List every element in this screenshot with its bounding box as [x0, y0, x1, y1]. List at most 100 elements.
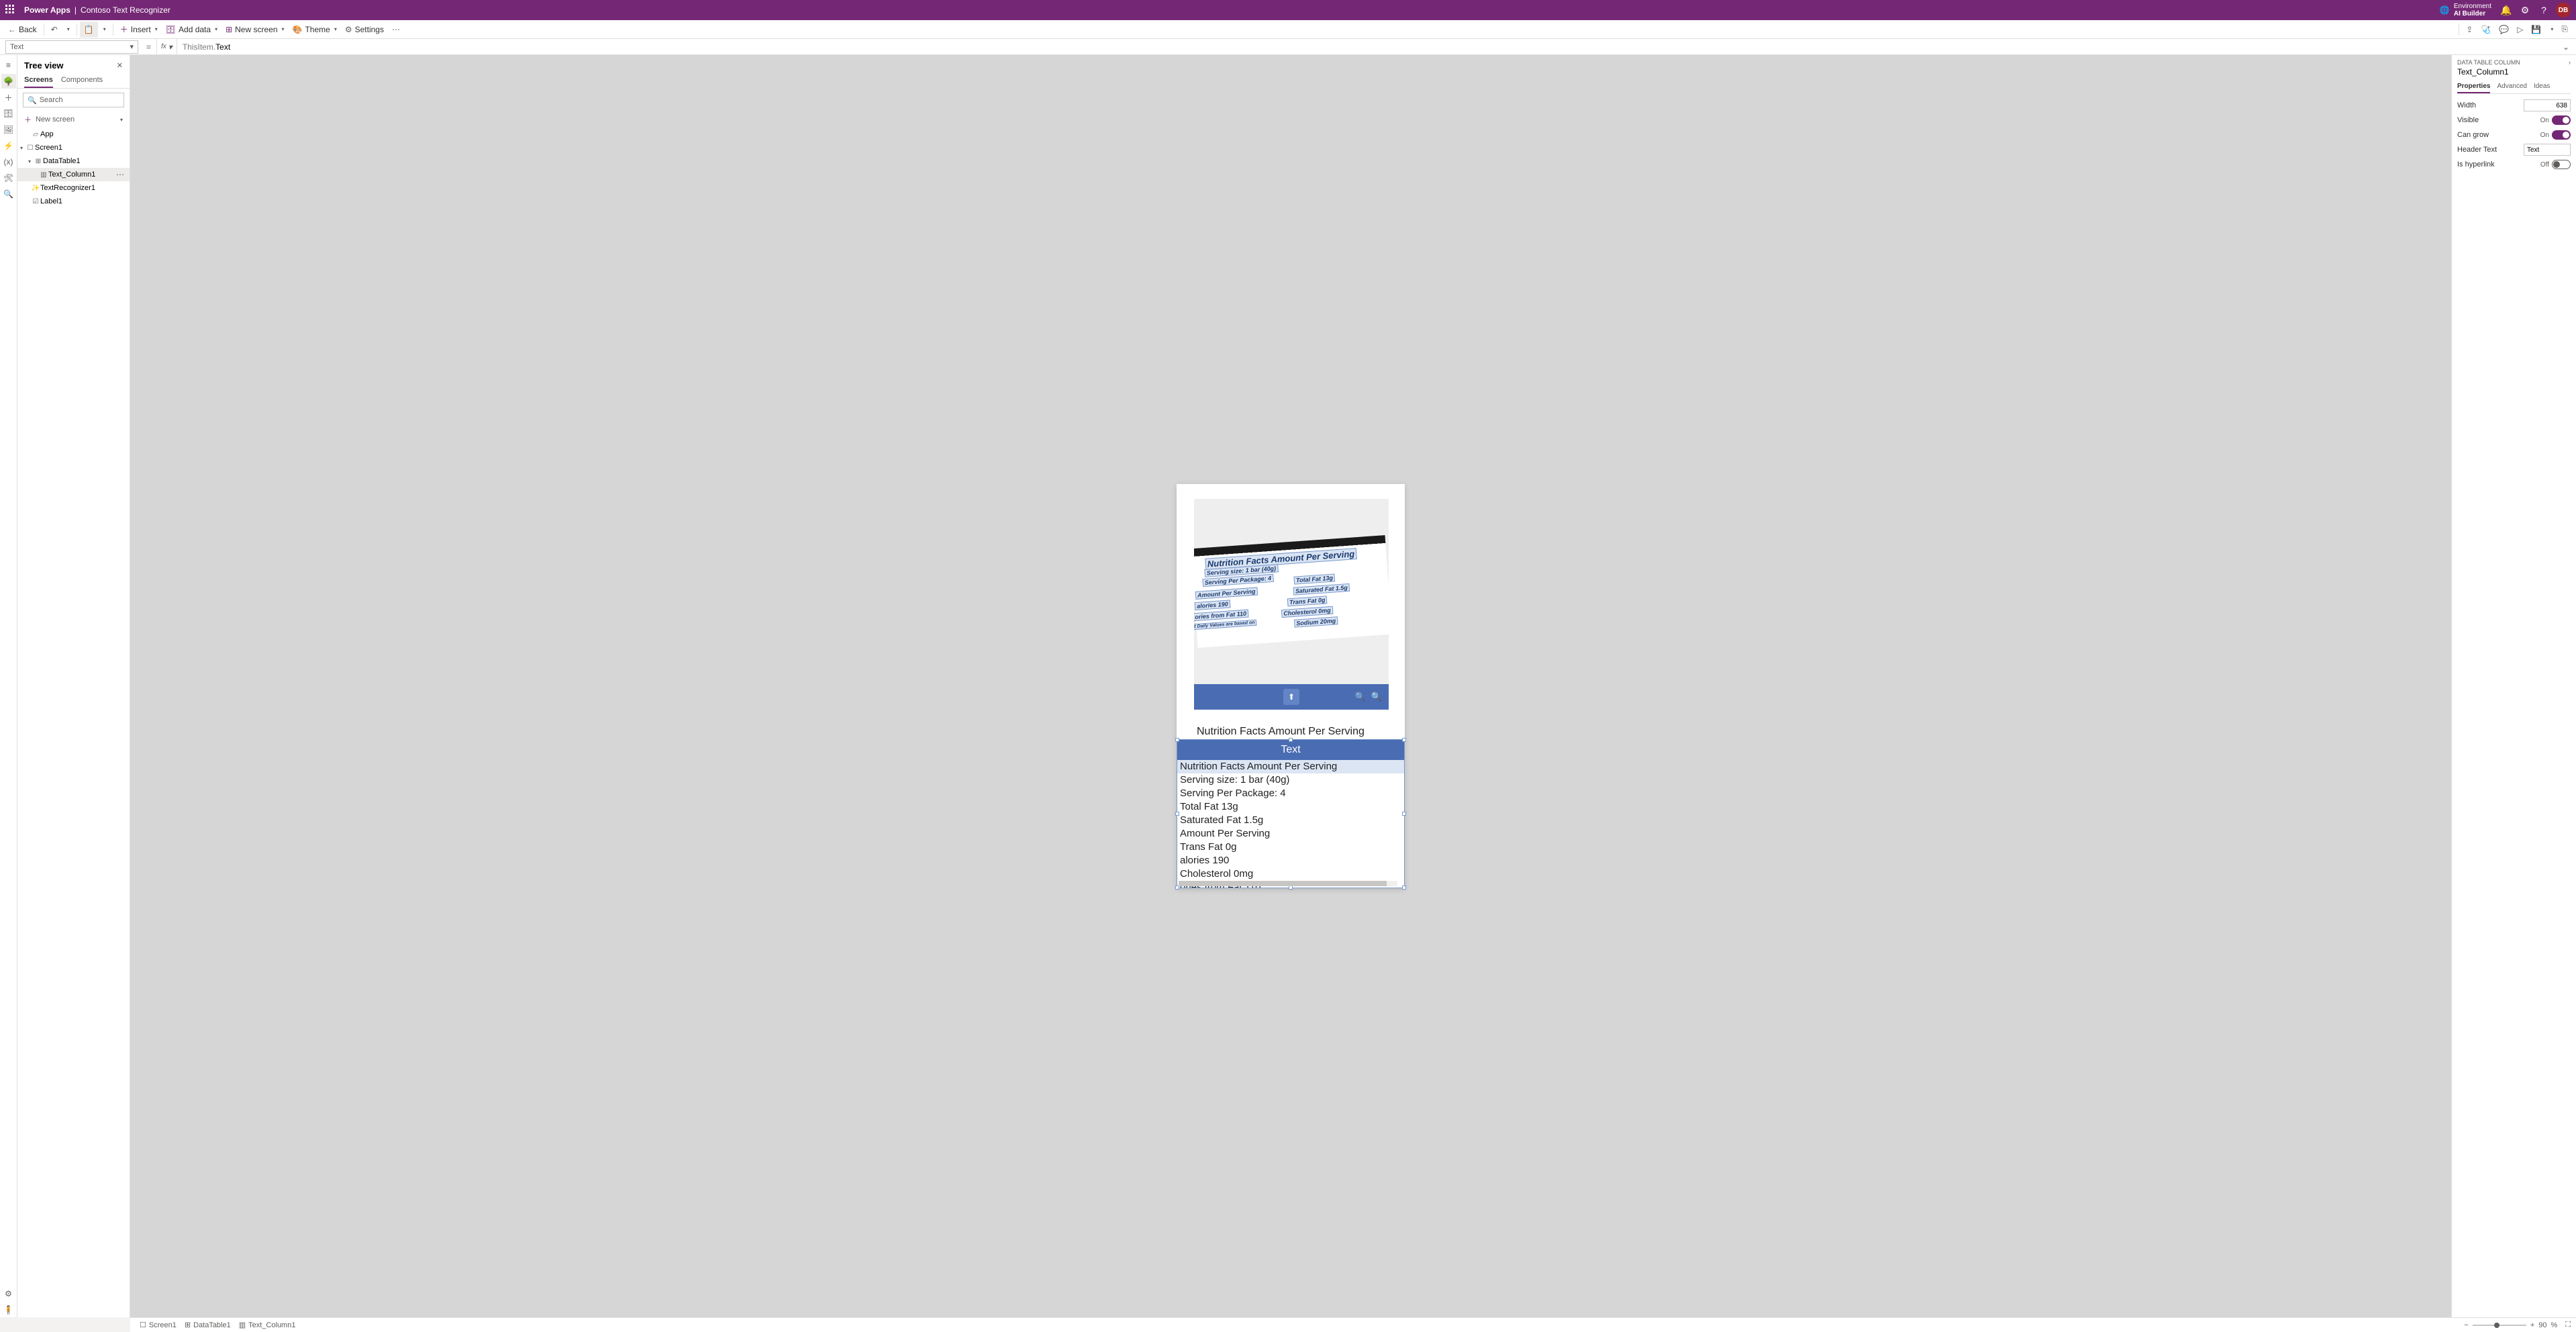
formula-expand-button[interactable]: ⌄ [2556, 42, 2576, 52]
fit-to-window-button[interactable]: ⛶ [2565, 1321, 2571, 1329]
undo-split[interactable]: ▾ [62, 21, 74, 38]
cangrow-label: Can grow [2457, 131, 2489, 139]
resize-handle[interactable] [1402, 738, 1406, 742]
table-row[interactable]: Serving size: 1 bar (40g) [1177, 773, 1404, 787]
headertext-input[interactable] [2524, 144, 2571, 156]
zoom-slider[interactable] [2473, 1325, 2526, 1326]
zoom-in-button[interactable]: 🔍 [1371, 692, 1382, 702]
tab-advanced[interactable]: Advanced [2497, 81, 2526, 93]
user-avatar[interactable]: DB [2556, 3, 2571, 17]
comments-button[interactable]: 💬 [2495, 21, 2513, 38]
rail-power-automate[interactable]: ⚡ [1, 138, 16, 153]
overflow-button[interactable]: ⋯ [388, 21, 404, 38]
help-icon[interactable]: ? [2534, 1, 2553, 19]
app-launcher-icon[interactable] [5, 5, 16, 15]
tab-components[interactable]: Components [61, 73, 103, 88]
scrollbar-thumb[interactable] [1179, 881, 1387, 886]
visible-toggle[interactable] [2552, 115, 2571, 125]
property-selector[interactable]: Text▾ [5, 40, 138, 54]
rail-media[interactable]: 🖼 [1, 122, 16, 137]
node-more-button[interactable]: ⋯ [113, 170, 127, 179]
table-row[interactable]: Amount Per Serving [1177, 827, 1404, 841]
undo-button[interactable]: ↶ [47, 21, 62, 38]
new-screen-button[interactable]: ⊞New screen▾ [221, 21, 288, 38]
cangrow-toggle[interactable] [2552, 130, 2571, 140]
zoom-out-button[interactable]: − [2464, 1321, 2468, 1329]
resize-handle[interactable] [1402, 812, 1406, 816]
resize-handle[interactable] [1402, 886, 1406, 890]
rail-virtual-agent[interactable]: 🧍 [1, 1302, 16, 1317]
tree-node-datatable1[interactable]: ▾⊞DataTable1 [17, 154, 130, 168]
rail-tree-view[interactable]: 🌳 [1, 74, 16, 89]
preview-button[interactable]: ▷ [2513, 21, 2527, 38]
tab-properties[interactable]: Properties [2457, 81, 2490, 93]
collapse-icon[interactable]: ▾ [26, 158, 34, 164]
rail-insert[interactable]: ＋ [1, 90, 16, 105]
table-row[interactable]: Cholesterol 0mg [1177, 867, 1404, 881]
insert-button[interactable]: ＋Insert▾ [116, 21, 162, 38]
formula-input[interactable]: ThisItem.Text [177, 42, 2556, 52]
resize-handle[interactable] [1175, 812, 1179, 816]
tree-node-screen1[interactable]: ▾☐Screen1 [17, 141, 130, 154]
tab-ideas[interactable]: Ideas [2534, 81, 2550, 93]
panel-close-button[interactable]: ✕ [117, 61, 123, 70]
tab-screens[interactable]: Screens [24, 73, 53, 88]
upload-button[interactable]: ⬆ [1283, 689, 1299, 705]
table-row[interactable]: Serving Per Package: 4 [1177, 787, 1404, 800]
tree-node-app[interactable]: ▱App [17, 128, 130, 141]
share-button[interactable]: ⇪ [2462, 21, 2477, 38]
canvas[interactable]: Nutrition Facts Amount Per Serving Servi… [130, 55, 2451, 1317]
width-input[interactable] [2524, 99, 2571, 111]
slider-thumb[interactable] [2494, 1323, 2499, 1328]
resize-handle[interactable] [1289, 738, 1293, 742]
back-button[interactable]: ←Back [4, 21, 41, 38]
breadcrumb-textcolumn1[interactable]: ▥Text_Column1 [235, 1321, 300, 1329]
rail-advanced-tools[interactable]: 🛠 [1, 171, 16, 185]
add-data-button[interactable]: 🗄Add data▾ [162, 21, 221, 38]
tree-node-label1[interactable]: ☑Label1 [17, 195, 130, 208]
search-icon: 🔍 [28, 96, 37, 105]
breadcrumb-datatable1[interactable]: ⊞DataTable1 [181, 1321, 235, 1329]
settings-button[interactable]: ⚙Settings [341, 21, 388, 38]
resize-handle[interactable] [1175, 738, 1179, 742]
zoom-in-button[interactable]: + [2530, 1321, 2534, 1329]
rail-settings[interactable]: ⚙ [1, 1286, 16, 1301]
tree-node-textrecognizer1[interactable]: ✨TextRecognizer1 [17, 181, 130, 195]
chevron-right-icon[interactable]: › [2569, 59, 2571, 66]
hyperlink-toggle[interactable] [2552, 160, 2571, 169]
collapse-icon[interactable]: ▾ [17, 145, 26, 151]
theme-button[interactable]: 🎨Theme▾ [289, 21, 341, 38]
clipboard-icon: 📋 [84, 25, 94, 34]
zoom-out-button[interactable]: 🔍 [1355, 692, 1366, 702]
table-row[interactable]: alories 190 [1177, 854, 1404, 867]
paste-split[interactable]: ▾ [98, 21, 110, 38]
table-row[interactable]: Trans Fat 0g [1177, 841, 1404, 854]
paste-button[interactable]: 📋 [80, 21, 98, 38]
settings-gear-icon[interactable]: ⚙ [2516, 1, 2534, 19]
table-row[interactable]: Total Fat 13g [1177, 800, 1404, 814]
notifications-icon[interactable]: 🔔 [2497, 1, 2516, 19]
datatable-header-text: Text [1177, 740, 1404, 760]
publish-button[interactable]: ⎘ [2557, 21, 2572, 38]
plus-icon: ＋ [24, 114, 32, 125]
new-screen-button[interactable]: ＋New screen▾ [17, 111, 130, 128]
image-preview: Nutrition Facts Amount Per Serving Servi… [1194, 499, 1389, 684]
save-split[interactable]: ▾ [2545, 21, 2557, 38]
tree-search-input[interactable]: 🔍Search [23, 93, 124, 107]
ellipsis-icon: ⋯ [392, 25, 400, 34]
rail-hamburger[interactable]: ≡ [1, 58, 16, 73]
status-bar: ☐Screen1 ⊞DataTable1 ▥Text_Column1 − + 9… [130, 1317, 2576, 1332]
breadcrumb-screen1[interactable]: ☐Screen1 [136, 1321, 181, 1329]
tree-node-text-column1[interactable]: ▥Text_Column1⋯ [17, 168, 130, 181]
horizontal-scrollbar[interactable] [1179, 881, 1397, 886]
table-row[interactable]: Nutrition Facts Amount Per Serving [1177, 760, 1404, 773]
save-button[interactable]: 💾 [2527, 21, 2545, 38]
app-checker-button[interactable]: 🩺 [2477, 21, 2495, 38]
rail-data[interactable]: 🗄 [1, 106, 16, 121]
table-row[interactable]: Saturated Fat 1.5g [1177, 814, 1404, 827]
rail-variables[interactable]: (x) [1, 154, 16, 169]
datatable-selected[interactable]: Text Nutrition Facts Amount Per Serving … [1177, 739, 1405, 888]
environment-picker[interactable]: 🌐 Environment AI Builder [2440, 3, 2491, 17]
rail-search[interactable]: 🔍 [1, 187, 16, 201]
chevron-down-icon: ▾ [155, 26, 158, 32]
